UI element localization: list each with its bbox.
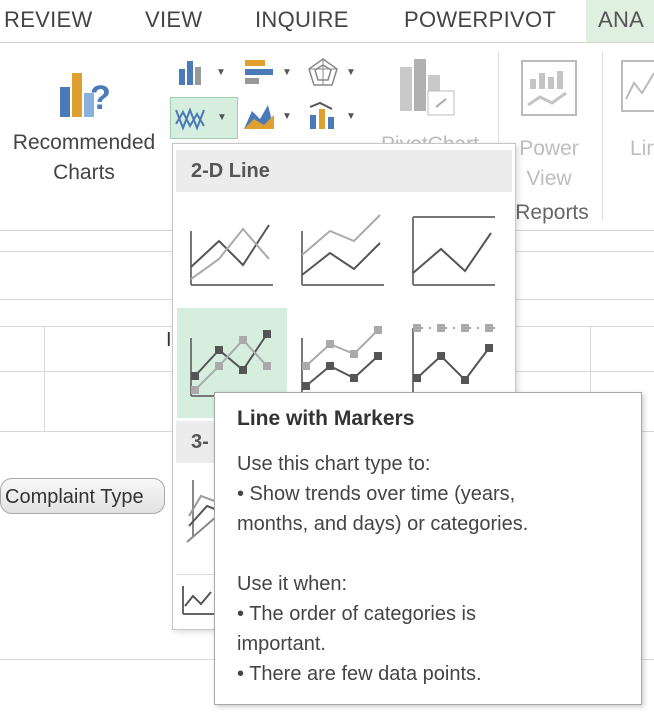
bar-chart-icon xyxy=(245,60,273,84)
recommended-charts-button[interactable]: ? Recommended Charts xyxy=(0,53,168,193)
line-chart-icon xyxy=(175,107,205,131)
tab-inquire[interactable]: INQUIRE xyxy=(255,0,349,42)
tooltip-text: • The order of categories is xyxy=(237,603,476,625)
chevron-down-icon: ▼ xyxy=(282,67,292,78)
chevron-down-icon: ▼ xyxy=(216,67,226,78)
tab-review[interactable]: REVIEW xyxy=(4,0,93,42)
more-line-charts-button[interactable] xyxy=(179,580,219,620)
stacked-line-thumbnail-icon xyxy=(301,214,384,286)
line-chart-thumbnail-icon xyxy=(190,224,273,286)
column-chart-button[interactable]: ▼ xyxy=(176,57,236,91)
chart-type-3d-line[interactable] xyxy=(177,466,217,576)
tab-view[interactable]: VIEW xyxy=(145,0,202,42)
reports-group-label: Reports xyxy=(515,201,589,224)
3d-line-thumbnail-icon xyxy=(186,480,217,543)
chevron-down-icon: ▼ xyxy=(217,112,227,123)
tooltip-title: Line with Markers xyxy=(237,407,415,430)
chevron-down-icon: ▼ xyxy=(346,111,356,122)
sparkline-line-label: Lin xyxy=(630,137,654,160)
chart-type-stacked-line[interactable] xyxy=(288,197,398,307)
power-view-icon xyxy=(521,60,577,116)
more-charts-icon xyxy=(182,586,215,615)
100-stacked-line-thumbnail-icon xyxy=(412,216,495,286)
tooltip-text: Use it when: xyxy=(237,573,348,595)
area-chart-button[interactable]: ▼ xyxy=(242,101,302,135)
group-separator xyxy=(602,51,603,221)
chart-type-100-stacked-line[interactable] xyxy=(399,197,509,307)
tooltip-text: • There are few data points. xyxy=(237,663,482,685)
tooltip-text: important. xyxy=(237,633,326,655)
ribbon-tab-bar: REVIEW VIEW INQUIRE POWERPIVOT ANA xyxy=(0,0,654,43)
bar-chart-button[interactable]: ▼ xyxy=(242,57,302,91)
tooltip-text: • Show trends over time (years, xyxy=(237,483,516,505)
section-2d-line: 2-D Line xyxy=(176,150,512,192)
svg-text:?: ? xyxy=(90,79,111,117)
cell-text: I xyxy=(166,329,172,351)
chevron-down-icon: ▼ xyxy=(282,111,292,122)
chart-type-tooltip: Line with Markers Use this chart type to… xyxy=(214,392,642,705)
chevron-down-icon: ▼ xyxy=(346,67,356,78)
recommended-charts-label-line1: Recommended xyxy=(12,131,156,154)
radar-chart-button[interactable]: ▼ xyxy=(306,57,366,91)
sparkline-line-button[interactable]: Lin xyxy=(610,53,654,183)
sparkline-line-icon xyxy=(621,60,654,112)
tooltip-text: months, and days) or categories. xyxy=(237,513,529,535)
line-chart-button[interactable]: ▼ xyxy=(170,97,238,139)
recommended-charts-icon: ? xyxy=(60,73,111,117)
tab-powerpivot[interactable]: POWERPIVOT xyxy=(404,0,556,42)
column-chart-icon xyxy=(179,61,201,85)
combo-chart-button[interactable]: ▼ xyxy=(306,101,366,135)
area-chart-icon xyxy=(244,105,274,129)
pivotchart-icon xyxy=(400,59,455,116)
tooltip-text: Use this chart type to: xyxy=(237,453,431,475)
chart-type-line[interactable] xyxy=(177,197,287,307)
radar-chart-icon xyxy=(308,58,338,86)
recommended-charts-label-line2: Charts xyxy=(53,161,115,184)
complaint-type-field-button[interactable]: Complaint Type xyxy=(0,478,165,514)
grid-line xyxy=(44,326,45,431)
tab-analyze[interactable]: ANA xyxy=(586,0,654,42)
combo-chart-icon xyxy=(309,101,334,129)
